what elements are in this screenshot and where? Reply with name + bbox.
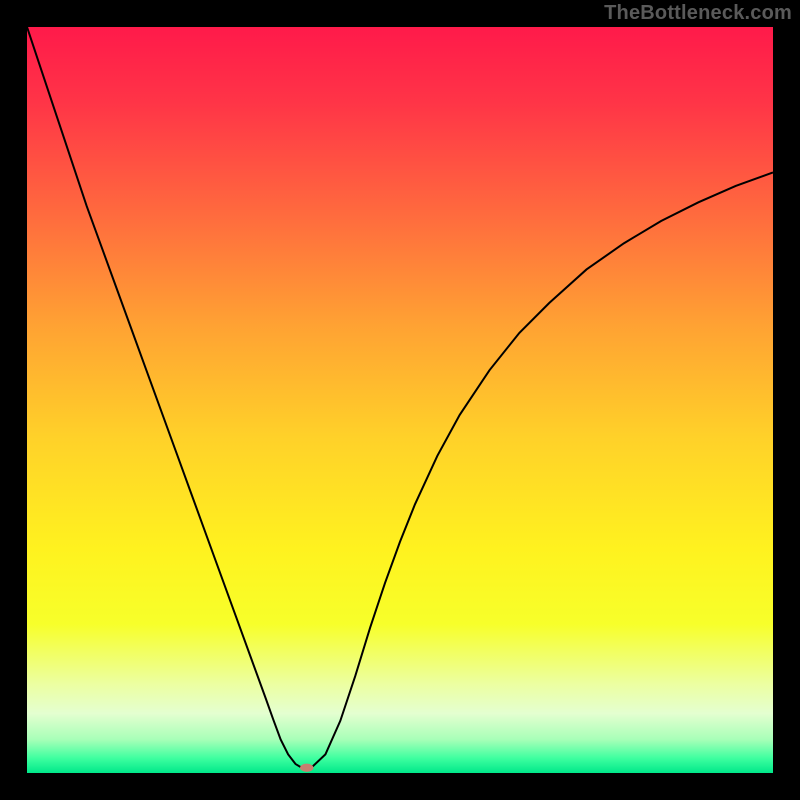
chart-svg xyxy=(27,27,773,773)
watermark-text: TheBottleneck.com xyxy=(604,2,792,25)
gradient-background xyxy=(27,27,773,773)
plot-area xyxy=(27,27,773,773)
minimum-marker xyxy=(300,764,313,772)
chart-frame: TheBottleneck.com xyxy=(0,0,800,800)
